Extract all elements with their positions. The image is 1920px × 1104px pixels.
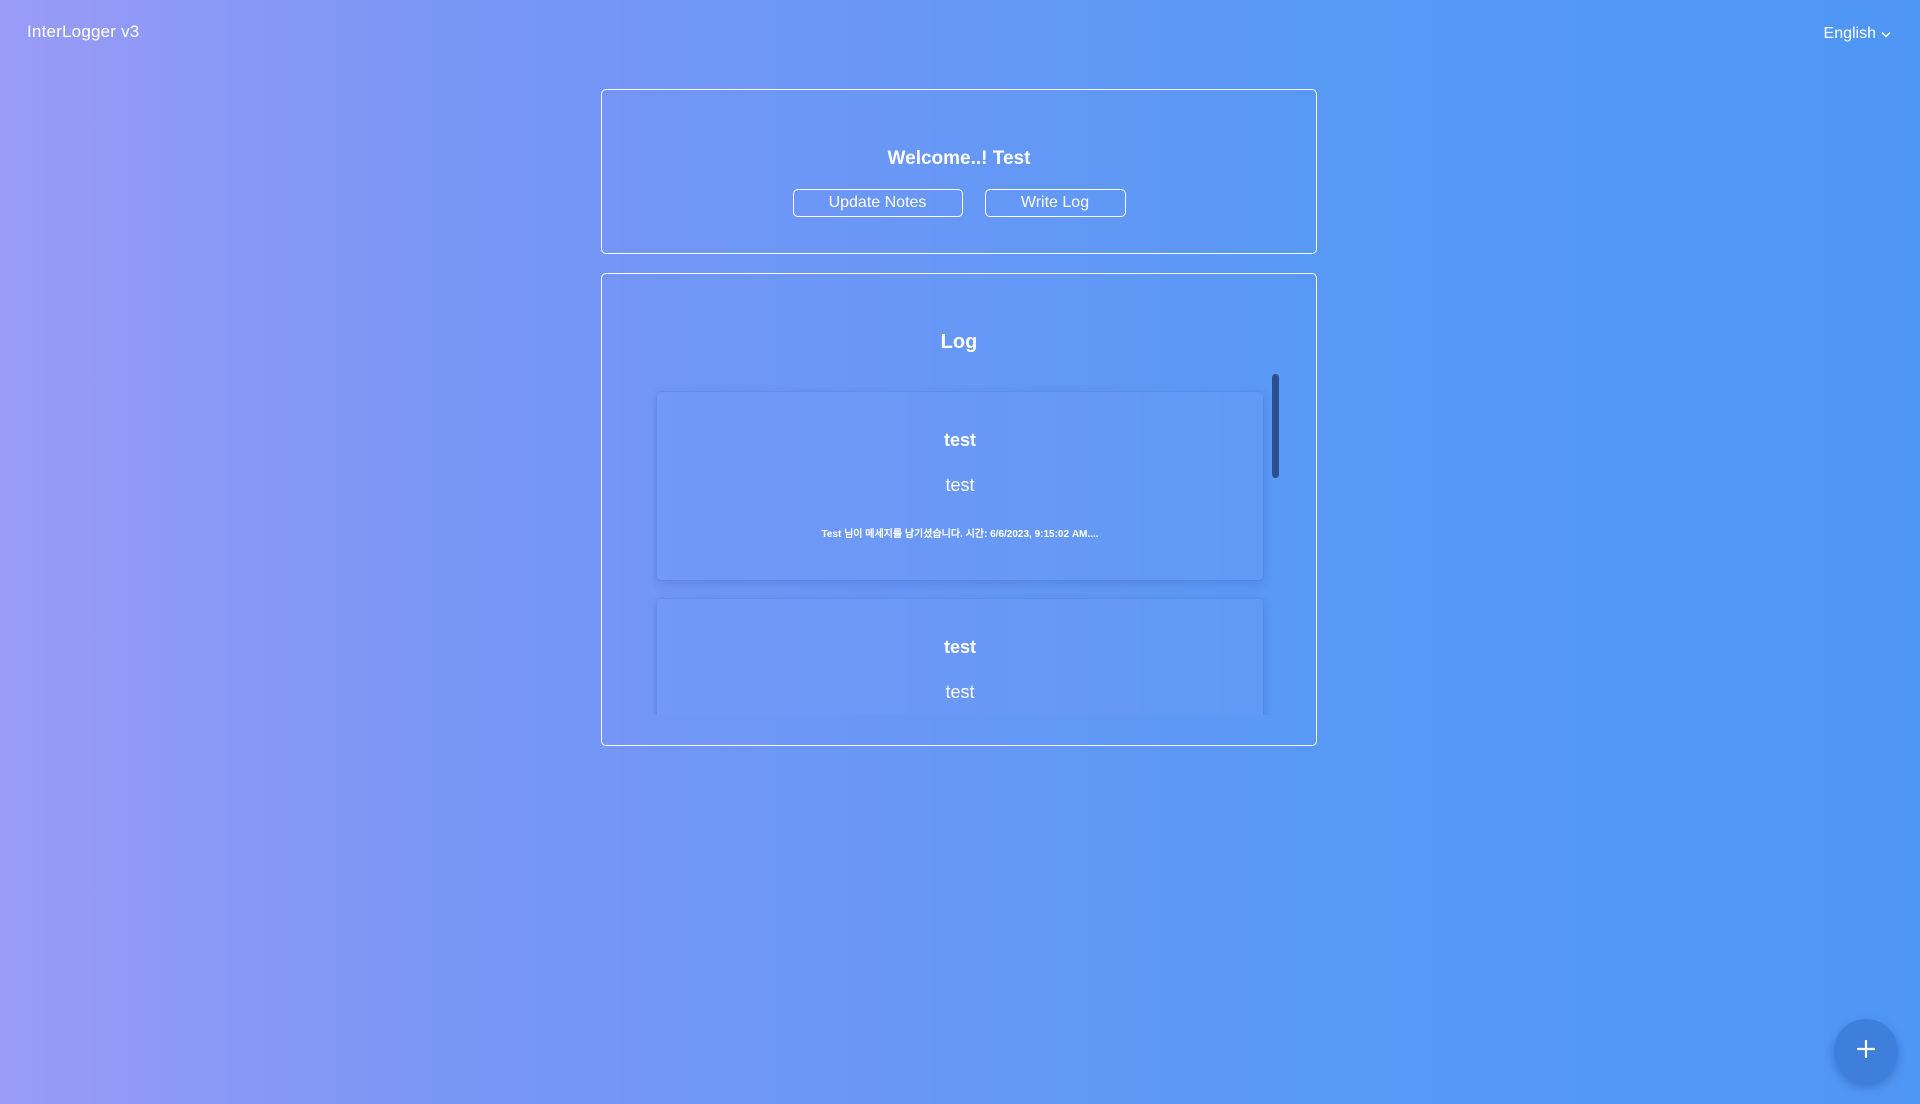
chevron-down-icon [1881,31,1891,38]
write-log-button[interactable]: Write Log [984,189,1126,217]
log-list[interactable]: test test Test 님이 메세지를 남기셨습니다. 시간: 6/6/2… [653,381,1271,715]
log-item-body: test [945,475,975,495]
add-button[interactable] [1834,1019,1898,1083]
plus-icon [1856,1039,1876,1063]
welcome-actions: Update Notes Write Log [602,189,1316,217]
app-title: InterLogger v3 [27,22,140,41]
welcome-title: Welcome..! Test [887,148,1031,169]
log-title: Log [940,331,978,353]
log-item-meta: Test 님이 메세지를 남기셨습니다. 시간: 6/6/2023, 9:15:… [821,529,1099,540]
log-item-title: test [943,637,976,657]
log-item-body: test [945,682,975,702]
language-label: English [1823,25,1876,42]
log-item-title: test [943,430,976,450]
log-item[interactable]: test test Test 님이 메세지를 남기셨습니다. 시간: 6/6/2… [657,392,1263,580]
log-item[interactable]: test test [657,599,1263,715]
log-scrollbar-thumb[interactable] [1272,374,1279,478]
update-notes-button[interactable]: Update Notes [792,189,963,217]
language-selector[interactable]: English [1824,25,1891,43]
log-card: Log test test Test 님이 메세지를 남기셨습니다. 시간: 6… [601,273,1317,746]
welcome-card: Welcome..! Test Update Notes Write Log [601,89,1317,254]
log-scrollbar[interactable] [1272,374,1279,715]
